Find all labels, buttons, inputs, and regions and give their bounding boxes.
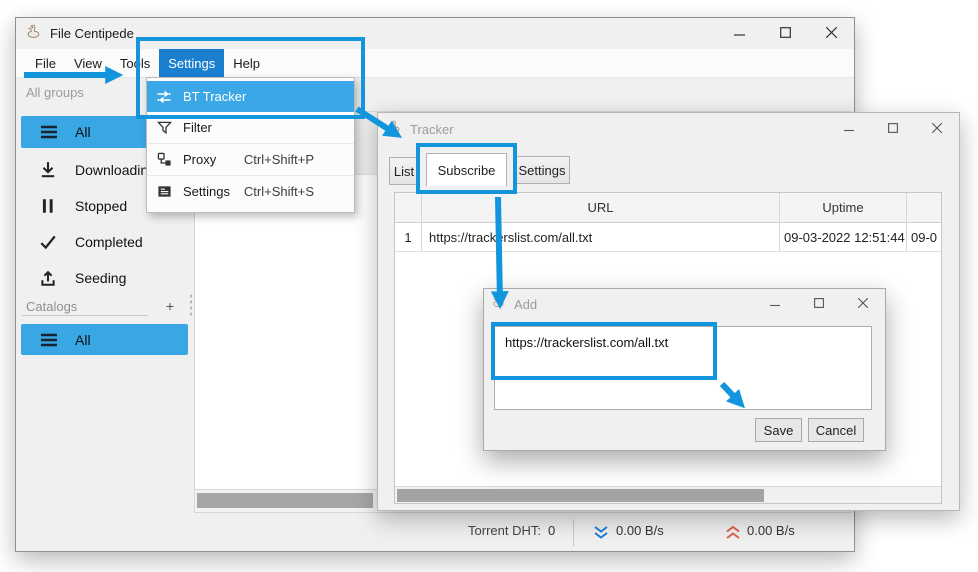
download-speed: 0.00 B/s (616, 523, 664, 538)
tracker-window-title: Tracker (410, 122, 454, 137)
menu-item-filter[interactable]: Filter (147, 112, 354, 143)
upload-speed: 0.00 B/s (747, 523, 795, 538)
shuffle-icon (155, 89, 173, 105)
menu-view[interactable]: View (65, 49, 111, 77)
menu-item-bt-tracker[interactable]: BT Tracker (147, 81, 354, 112)
desktop: { "colors": { "annotation": "#1395dd", "… (0, 0, 978, 572)
scrollbar-thumb[interactable] (197, 493, 373, 508)
status-divider (573, 519, 574, 546)
menu-shortcut: Ctrl+Shift+S (244, 184, 314, 199)
menu-item-label: Proxy (183, 152, 216, 167)
add-dialog-controls (753, 289, 885, 317)
upload-speed-icon (725, 525, 741, 543)
app-duck-icon (25, 23, 42, 45)
app-duck-icon (386, 119, 402, 140)
download-icon (39, 161, 61, 179)
col-next-header[interactable] (907, 193, 941, 223)
main-window-controls (716, 18, 854, 47)
close-button[interactable] (808, 18, 854, 47)
filter-icon (155, 120, 173, 136)
app-duck-icon (491, 294, 506, 314)
tab-label: Settings (519, 163, 566, 178)
tab-list[interactable]: List (389, 157, 419, 185)
sidebar-item-label: All (75, 124, 91, 140)
row-number: 1 (395, 223, 422, 252)
sidebar-item-label: Downloading (75, 162, 156, 178)
menu-file[interactable]: File (26, 49, 65, 77)
table-row[interactable]: 1 https://trackerslist.com/all.txt 09-03… (395, 223, 941, 252)
menu-shortcut: Ctrl+Shift+P (244, 152, 314, 167)
menu-icon (39, 123, 61, 141)
tab-settings[interactable]: Settings (514, 156, 570, 184)
settings-icon (155, 184, 173, 200)
save-button-label: Save (764, 423, 794, 438)
save-button[interactable]: Save (755, 418, 802, 442)
maximize-button[interactable] (762, 18, 808, 47)
menu-settings[interactable]: Settings (159, 49, 224, 77)
sidebar-item-seeding[interactable]: Seeding (21, 261, 188, 294)
main-window-title: File Centipede (50, 26, 134, 41)
table-horizontal-scrollbar[interactable] (395, 486, 941, 503)
upload-icon (39, 269, 61, 287)
scrollbar-thumb[interactable] (397, 489, 764, 502)
minimize-button[interactable] (716, 18, 762, 47)
splitter-grip[interactable] (189, 293, 193, 317)
menu-item-label: Filter (183, 120, 212, 135)
pause-icon (39, 197, 61, 215)
row-url: https://trackerslist.com/all.txt (422, 223, 780, 252)
sidebar-item-label: Completed (75, 234, 143, 250)
row-uptime: 09-03-2022 12:51:44 (780, 223, 907, 252)
add-dialog-title: Add (514, 297, 537, 312)
catalogs-label: Catalogs (26, 299, 77, 314)
cancel-button[interactable]: Cancel (808, 418, 864, 442)
download-speed-icon (593, 525, 609, 543)
sidebar-item-label: Stopped (75, 198, 127, 214)
table-header-row: URL Uptime (395, 193, 941, 223)
tracker-window-controls (827, 113, 959, 142)
col-url-header[interactable]: URL (422, 193, 780, 223)
proxy-icon (155, 152, 173, 168)
menu-item-label: BT Tracker (183, 89, 246, 104)
sidebar-item-label: Seeding (75, 270, 126, 286)
minimize-button[interactable] (827, 113, 871, 142)
cancel-button-label: Cancel (816, 423, 856, 438)
settings-menu: BT Tracker Filter Proxy Ctrl+Shift+P Set… (146, 77, 355, 213)
row-next: 09-0 (907, 223, 941, 252)
add-dialog: Add Save Cancel (483, 288, 886, 451)
tracker-url-input[interactable] (494, 326, 872, 410)
sidebar-item-completed[interactable]: Completed (21, 225, 188, 258)
menu-item-settings[interactable]: Settings Ctrl+Shift+S (147, 176, 354, 207)
close-button[interactable] (841, 289, 885, 317)
catalog-item-label: All (75, 332, 91, 348)
menu-icon (39, 331, 61, 349)
menu-bar: File View Tools Settings Help (16, 49, 854, 78)
col-num-header[interactable] (395, 193, 422, 223)
group-filter[interactable]: All groups (16, 78, 854, 108)
check-icon (39, 233, 61, 251)
maximize-button[interactable] (871, 113, 915, 142)
close-button[interactable] (915, 113, 959, 142)
col-uptime-header[interactable]: Uptime (780, 193, 907, 223)
dht-label: Torrent DHT: (396, 523, 541, 538)
tab-label: Subscribe (438, 163, 496, 178)
menu-item-proxy[interactable]: Proxy Ctrl+Shift+P (147, 144, 354, 175)
menu-item-label: Settings (183, 184, 230, 199)
sidebar-divider (22, 315, 148, 316)
dht-value: 0 (548, 523, 555, 538)
minimize-button[interactable] (753, 289, 797, 317)
catalog-item-all[interactable]: All (21, 324, 188, 355)
status-bar: Torrent DHT: 0 0.00 B/s 0.00 B/s (16, 514, 854, 551)
maximize-button[interactable] (797, 289, 841, 317)
tab-label: List (394, 164, 414, 179)
menu-help[interactable]: Help (224, 49, 269, 77)
tab-subscribe[interactable]: Subscribe (426, 153, 507, 186)
add-catalog-button[interactable]: + (166, 298, 174, 314)
menu-tools[interactable]: Tools (111, 49, 159, 77)
